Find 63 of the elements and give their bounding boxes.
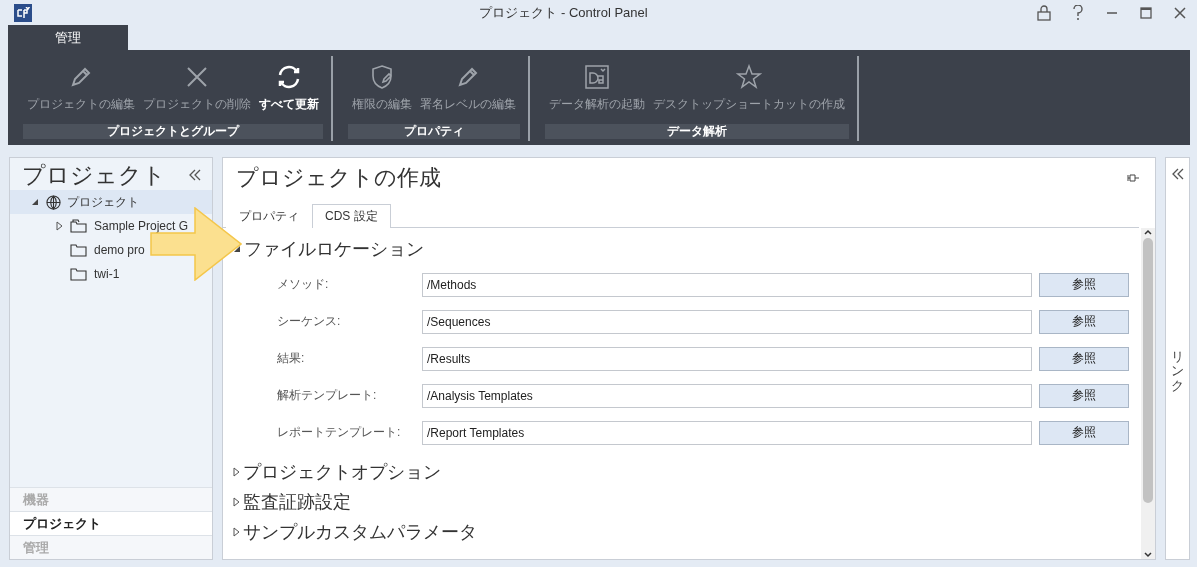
expand-button[interactable] bbox=[1170, 168, 1185, 180]
tab[interactable]: CDS 設定 bbox=[312, 204, 391, 228]
star-icon bbox=[736, 64, 762, 90]
section-title: 監査証跡設定 bbox=[243, 491, 351, 514]
globe-icon bbox=[46, 194, 61, 210]
collapsed-triangle-icon[interactable] bbox=[233, 467, 240, 477]
browse-button[interactable]: 参照 bbox=[1039, 309, 1129, 334]
group-label: データ解析 bbox=[545, 124, 849, 139]
folder-icon bbox=[70, 267, 88, 281]
scroll-down-icon[interactable] bbox=[1144, 551, 1152, 559]
scrollbar[interactable] bbox=[1141, 228, 1155, 559]
section-header[interactable]: 監査証跡設定 bbox=[233, 487, 351, 517]
tree-item[interactable]: twi-1 bbox=[10, 262, 122, 286]
panel-title: プロジェクトの作成 bbox=[236, 164, 441, 192]
section-header[interactable]: プロジェクトオプション bbox=[233, 457, 441, 487]
sidebar-title: プロジェクト bbox=[22, 160, 166, 190]
folder-icon bbox=[70, 243, 88, 257]
folder-icon bbox=[70, 219, 88, 233]
field-label: メソッド: bbox=[277, 276, 330, 293]
path-input[interactable]: /Methods bbox=[422, 272, 1032, 297]
scroll-up-icon[interactable] bbox=[1144, 228, 1152, 236]
shield-icon bbox=[369, 64, 395, 90]
ribbon-tab[interactable]: 管理 bbox=[8, 25, 128, 50]
lock-icon[interactable] bbox=[1035, 3, 1053, 22]
app-logo bbox=[14, 3, 32, 22]
group-label: プロパティ bbox=[348, 124, 520, 139]
collapse-button[interactable] bbox=[188, 169, 202, 181]
browse-button[interactable]: 参照 bbox=[1039, 420, 1129, 445]
path-input[interactable]: /Sequences bbox=[422, 309, 1032, 334]
window-title: プロジェクト - Control Panel bbox=[479, 3, 648, 22]
pin-icon[interactable] bbox=[1127, 173, 1139, 183]
collapsed-triangle-icon[interactable] bbox=[233, 527, 240, 537]
browse-button[interactable]: 参照 bbox=[1039, 383, 1129, 408]
collapsed-triangle-icon[interactable] bbox=[233, 497, 240, 507]
section-title: ファイルロケーション bbox=[244, 238, 424, 261]
group-label: プロジェクトとグループ bbox=[23, 124, 323, 139]
tree-item-label: demo pro bbox=[94, 243, 145, 257]
field-label: 結果: bbox=[277, 350, 306, 367]
section-header[interactable]: サンプルカスタムパラメータ bbox=[233, 517, 477, 547]
tree-item[interactable]: プロジェクト bbox=[10, 190, 212, 214]
field-label: レポートテンプレート: bbox=[277, 424, 402, 441]
section-title: プロジェクトオプション bbox=[243, 461, 441, 484]
expanded-triangle-icon[interactable] bbox=[31, 198, 39, 206]
section-title: サンプルカスタムパラメータ bbox=[243, 521, 477, 544]
tree-item-label: Sample Project G bbox=[94, 219, 189, 233]
path-input[interactable]: /Results bbox=[422, 346, 1032, 371]
tree-item-label: twi-1 bbox=[94, 267, 120, 281]
browse-button[interactable]: 参照 bbox=[1039, 272, 1129, 297]
browse-button[interactable]: 参照 bbox=[1039, 346, 1129, 371]
tree-item[interactable]: demo pro bbox=[10, 238, 147, 262]
path-input[interactable]: /Report Templates bbox=[422, 420, 1032, 445]
nav-item[interactable]: プロジェクト bbox=[10, 511, 212, 535]
collapse-icon bbox=[188, 169, 202, 181]
field-label: 解析テンプレート: bbox=[277, 387, 378, 404]
ribbon-button[interactable]: すべて更新 bbox=[255, 62, 323, 124]
path-input[interactable]: /Analysis Templates bbox=[422, 383, 1032, 408]
side-panel-label[interactable]: リンク bbox=[1171, 350, 1184, 393]
document-icon bbox=[584, 64, 610, 90]
collapsed-triangle-icon[interactable] bbox=[55, 221, 63, 231]
tree-item[interactable]: Sample Project G bbox=[10, 214, 191, 238]
tree-item-label: プロジェクト bbox=[67, 193, 139, 211]
collapse-icon bbox=[1170, 168, 1185, 180]
field-label: シーケンス: bbox=[277, 313, 342, 330]
